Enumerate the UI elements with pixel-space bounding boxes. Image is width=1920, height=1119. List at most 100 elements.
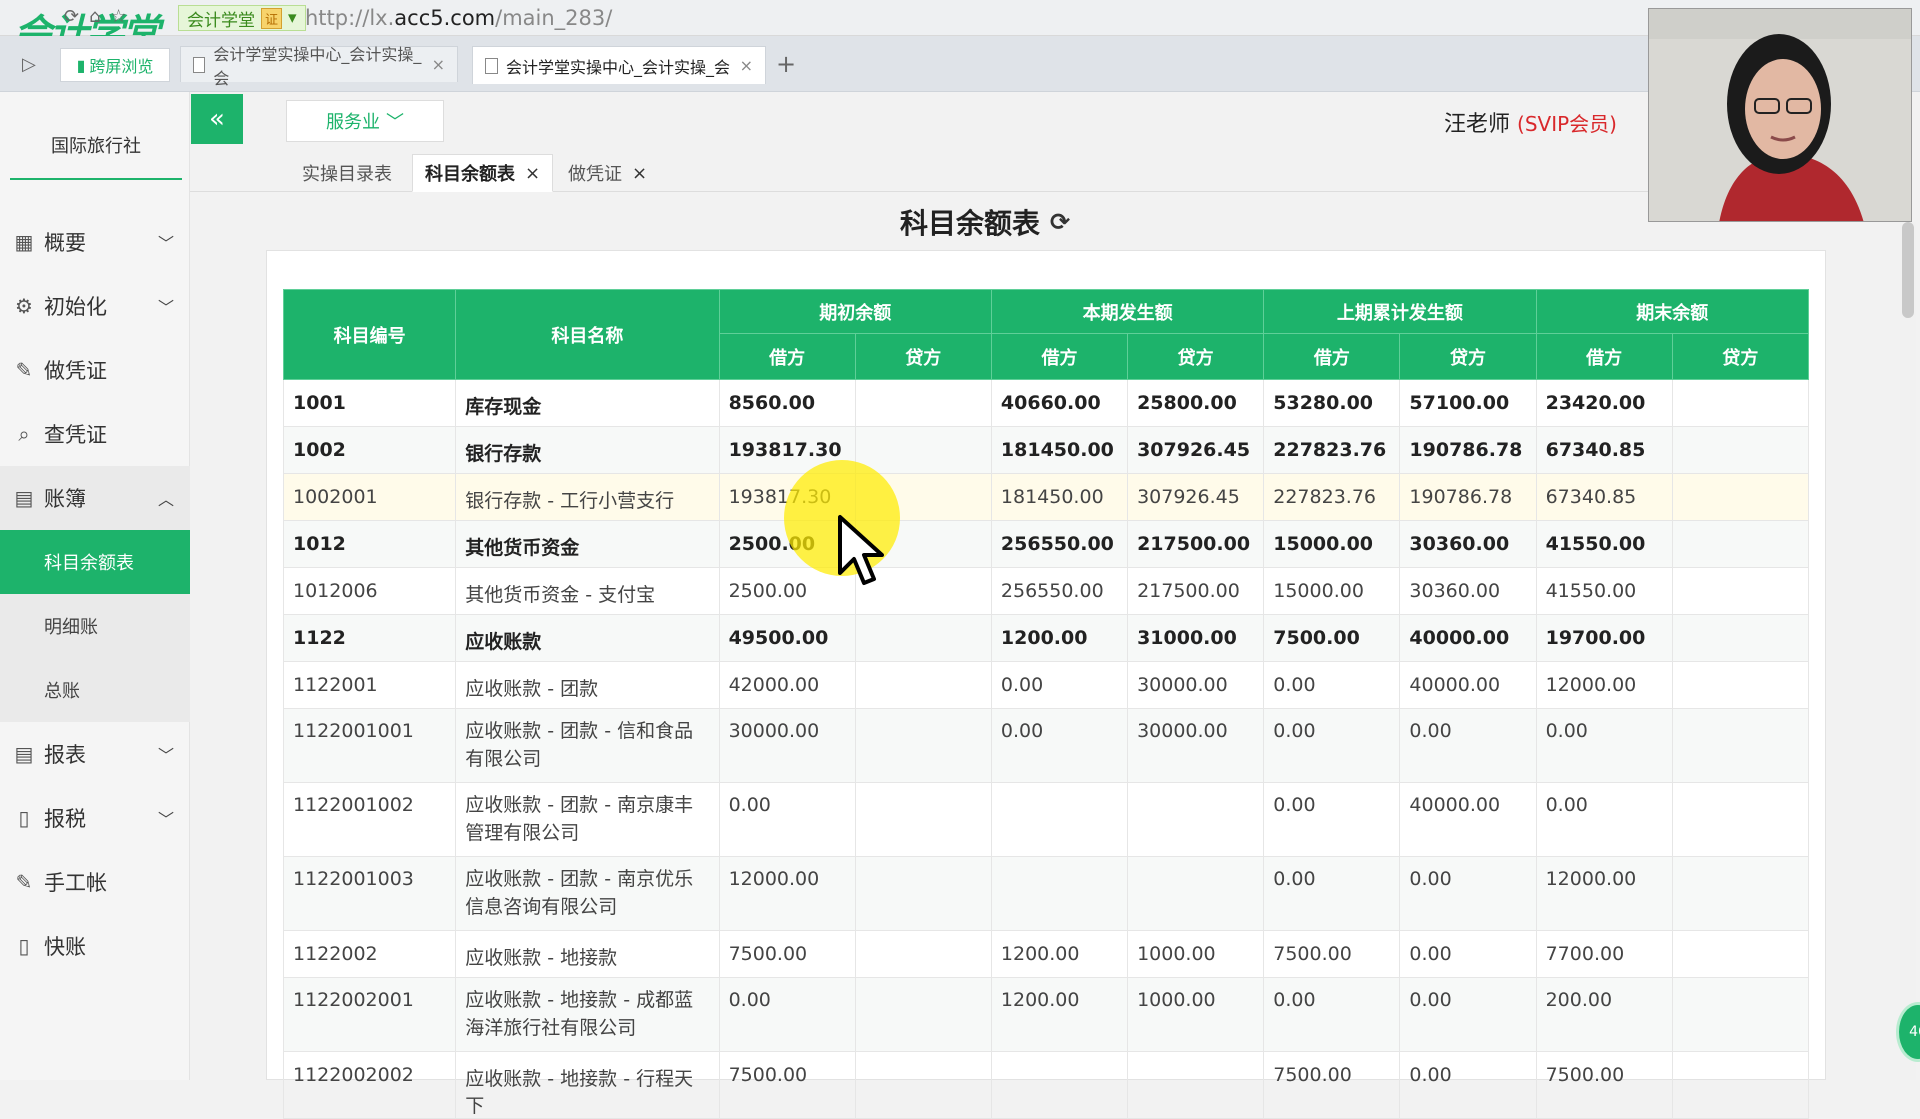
close-icon[interactable]: × xyxy=(525,163,540,184)
sidebar-subitem-detail-ledger[interactable]: 明细账 xyxy=(0,594,190,658)
amount-cell: 7700.00 xyxy=(1535,930,1673,978)
refresh-icon[interactable]: ⟳ xyxy=(64,6,79,27)
scrollbar-thumb[interactable] xyxy=(1902,222,1914,318)
phone-icon: ▮ xyxy=(76,55,86,75)
table-row[interactable]: 1002 银行存款 193817.30 181450.00 307926.45 22782… xyxy=(282,426,1810,474)
amount-cell: 30000.00 xyxy=(718,708,856,783)
presenter-video xyxy=(1649,9,1911,221)
amount-cell xyxy=(1671,1051,1810,1119)
table-row[interactable]: 1122001 应收账款 - 团款 42000.00 0.00 30000.00 0.00… xyxy=(282,661,1810,709)
browser-tab-active[interactable]: 会计学堂实操中心_会计实操_会 × xyxy=(472,46,766,84)
tab-balance-sheet[interactable]: 科目余额表 × xyxy=(412,154,554,192)
browser-tab[interactable]: 会计学堂实操中心_会计实操_会 × xyxy=(180,45,458,88)
amount-cell: 31000.00 xyxy=(1127,614,1265,662)
table-body: 1001 库存现金 8560.00 40660.00 25800.00 53280.00 5… xyxy=(282,379,1810,1119)
account-code-cell: 1002 xyxy=(282,426,457,474)
close-icon[interactable]: × xyxy=(632,163,647,184)
tab-practice-directory[interactable]: 实操目录表 xyxy=(290,154,404,192)
amount-cell xyxy=(1127,856,1265,931)
address-bar[interactable]: http://lx.acc5.com/main_283/ xyxy=(305,6,612,30)
home-icon[interactable]: ⌂ xyxy=(89,6,100,27)
sidebar-item-tax[interactable]: ▯ 报税 ﹀ xyxy=(0,786,190,850)
table-row[interactable]: 1012006 其他货币资金 - 支付宝 2500.00 256550.00 21750… xyxy=(282,567,1810,615)
column-group-opening: 期初余额 xyxy=(718,289,992,334)
sidebar-menu: ▦ 概要 ﹀ ⚙ 初始化 ﹀ ✎ 做凭证 ⌕ 查凭证 ▤ 账簿 ︿ 科目余额表 … xyxy=(0,210,190,978)
split-browse-button[interactable]: ▮ 跨屏浏览 xyxy=(60,48,170,82)
table-row[interactable]: 1122001003 应收账款 - 团款 - 南京优乐信息咨询有限公司 12000.… xyxy=(282,856,1810,931)
amount-cell: 12000.00 xyxy=(1535,856,1673,931)
sidebar-item-overview[interactable]: ▦ 概要 ﹀ xyxy=(0,210,190,274)
sidebar-item-init[interactable]: ⚙ 初始化 ﹀ xyxy=(0,274,190,338)
browser-nav: ⟳ ⌂ ☆ xyxy=(64,6,127,27)
balance-table-card: 科目编号 科目名称 期初余额 本期发生额 上期累计发生额 期末余额 借方 贷方 … xyxy=(266,250,1826,1119)
chevron-up-icon: ︿ xyxy=(157,490,174,509)
sidebar-item-view-voucher[interactable]: ⌕ 查凭证 xyxy=(0,402,190,466)
amount-cell xyxy=(854,856,992,931)
mouse-cursor-icon xyxy=(838,515,884,585)
sidebar-item-quick-books[interactable]: ▯ 快账 xyxy=(0,914,190,978)
refresh-icon[interactable]: ⟳ xyxy=(1050,208,1070,236)
page-scrollbar[interactable] xyxy=(1900,222,1916,1080)
amount-cell: 41550.00 xyxy=(1535,567,1673,615)
amount-cell: 12000.00 xyxy=(1535,661,1673,709)
new-tab-button[interactable]: + xyxy=(776,50,796,78)
amount-cell: 15000.00 xyxy=(1263,567,1401,615)
account-name-cell: 其他货币资金 xyxy=(455,520,720,568)
site-identity-badge[interactable]: 会计学堂 证 ▾ xyxy=(178,5,306,31)
page-icon xyxy=(485,57,498,74)
amount-cell: 181450.00 xyxy=(990,426,1129,474)
table-row[interactable]: 1122001001 应收账款 - 团款 - 信和食品有限公司 30000.00 0.… xyxy=(282,708,1810,783)
amount-cell: 7500.00 xyxy=(718,1051,856,1119)
column-header-debit: 借方 xyxy=(990,333,1129,380)
account-name-cell: 应收账款 - 地接款 xyxy=(455,930,720,978)
amount-cell: 0.00 xyxy=(718,977,856,1052)
close-icon[interactable]: × xyxy=(740,56,753,75)
amount-cell: 227823.76 xyxy=(1263,473,1401,521)
table-row[interactable]: 1122002002 应收账款 - 地接款 - 行程天下 7500.00 7500.0… xyxy=(282,1051,1810,1119)
amount-cell: 15000.00 xyxy=(1263,520,1401,568)
balance-table: 科目编号 科目名称 期初余额 本期发生额 上期累计发生额 期末余额 借方 贷方 … xyxy=(282,289,1810,1119)
chevron-down-icon: ▾ xyxy=(288,8,297,28)
amount-cell: 0.00 xyxy=(1399,1051,1537,1119)
table-row[interactable]: 1122002001 应收账款 - 地接款 - 成都蓝海洋旅行社有限公司 0.00 1… xyxy=(282,977,1810,1052)
amount-cell: 8560.00 xyxy=(718,379,856,427)
sidebar-item-manual-books[interactable]: ✎ 手工帐 xyxy=(0,850,190,914)
table-row[interactable]: 1122001002 应收账款 - 团款 - 南京康丰管理有限公司 0.00 0.00… xyxy=(282,782,1810,857)
tab-make-voucher[interactable]: 做凭证 × xyxy=(556,154,659,192)
table-row[interactable]: 1122002 应收账款 - 地接款 7500.00 1200.00 1000.00 75… xyxy=(282,930,1810,978)
table-row[interactable]: 1002001 银行存款 - 工行小营支行 193817.30 181450.00 30… xyxy=(282,473,1810,521)
column-group-closing: 期末余额 xyxy=(1535,289,1810,334)
amount-cell xyxy=(1671,856,1810,931)
sidebar-subitem-general-ledger[interactable]: 总账 xyxy=(0,658,190,722)
sidebar-item-reports[interactable]: ▤ 报表 ﹀ xyxy=(0,722,190,786)
amount-cell: 67340.85 xyxy=(1535,473,1673,521)
amount-cell xyxy=(854,977,992,1052)
close-icon[interactable]: × xyxy=(432,55,445,74)
page-tabs: 实操目录表 科目余额表 × 做凭证 × xyxy=(190,150,1650,192)
amount-cell xyxy=(990,856,1129,931)
amount-cell: 0.00 xyxy=(990,708,1129,783)
amount-cell: 49500.00 xyxy=(718,614,856,662)
amount-cell: 7500.00 xyxy=(1263,930,1401,978)
collapse-sidebar-button[interactable]: « xyxy=(191,94,243,144)
table-row[interactable]: 1012 其他货币资金 2500.00 256550.00 217500.00 15000… xyxy=(282,520,1810,568)
account-name-cell: 银行存款 - 工行小营支行 xyxy=(455,473,720,521)
sidebar-toggle-icon[interactable]: ▷ xyxy=(22,54,36,75)
sidebar-subitem-balance-sheet[interactable]: 科目余额表 xyxy=(0,530,190,594)
column-group-prior-cumulative: 上期累计发生额 xyxy=(1263,289,1537,334)
industry-dropdown[interactable]: 服务业 ﹀ xyxy=(286,100,444,142)
account-name-cell: 库存现金 xyxy=(455,379,720,427)
sidebar-item-make-voucher[interactable]: ✎ 做凭证 xyxy=(0,338,190,402)
amount-cell xyxy=(854,426,992,474)
account-code-cell: 1122002001 xyxy=(282,977,457,1052)
sidebar-item-ledger[interactable]: ▤ 账簿 ︿ xyxy=(0,466,190,530)
amount-cell: 67340.85 xyxy=(1535,426,1673,474)
table-row[interactable]: 1122 应收账款 49500.00 1200.00 31000.00 7500.00 40… xyxy=(282,614,1810,662)
table-row[interactable]: 1001 库存现金 8560.00 40660.00 25800.00 53280.00 5… xyxy=(282,379,1810,427)
amount-cell xyxy=(854,708,992,783)
account-name-cell: 其他货币资金 - 支付宝 xyxy=(455,567,720,615)
chevron-down-icon: ﹀ xyxy=(157,746,174,765)
star-icon[interactable]: ☆ xyxy=(111,6,127,27)
account-code-cell: 1122001001 xyxy=(282,708,457,783)
account-name-cell: 应收账款 - 团款 - 南京康丰管理有限公司 xyxy=(455,782,720,857)
